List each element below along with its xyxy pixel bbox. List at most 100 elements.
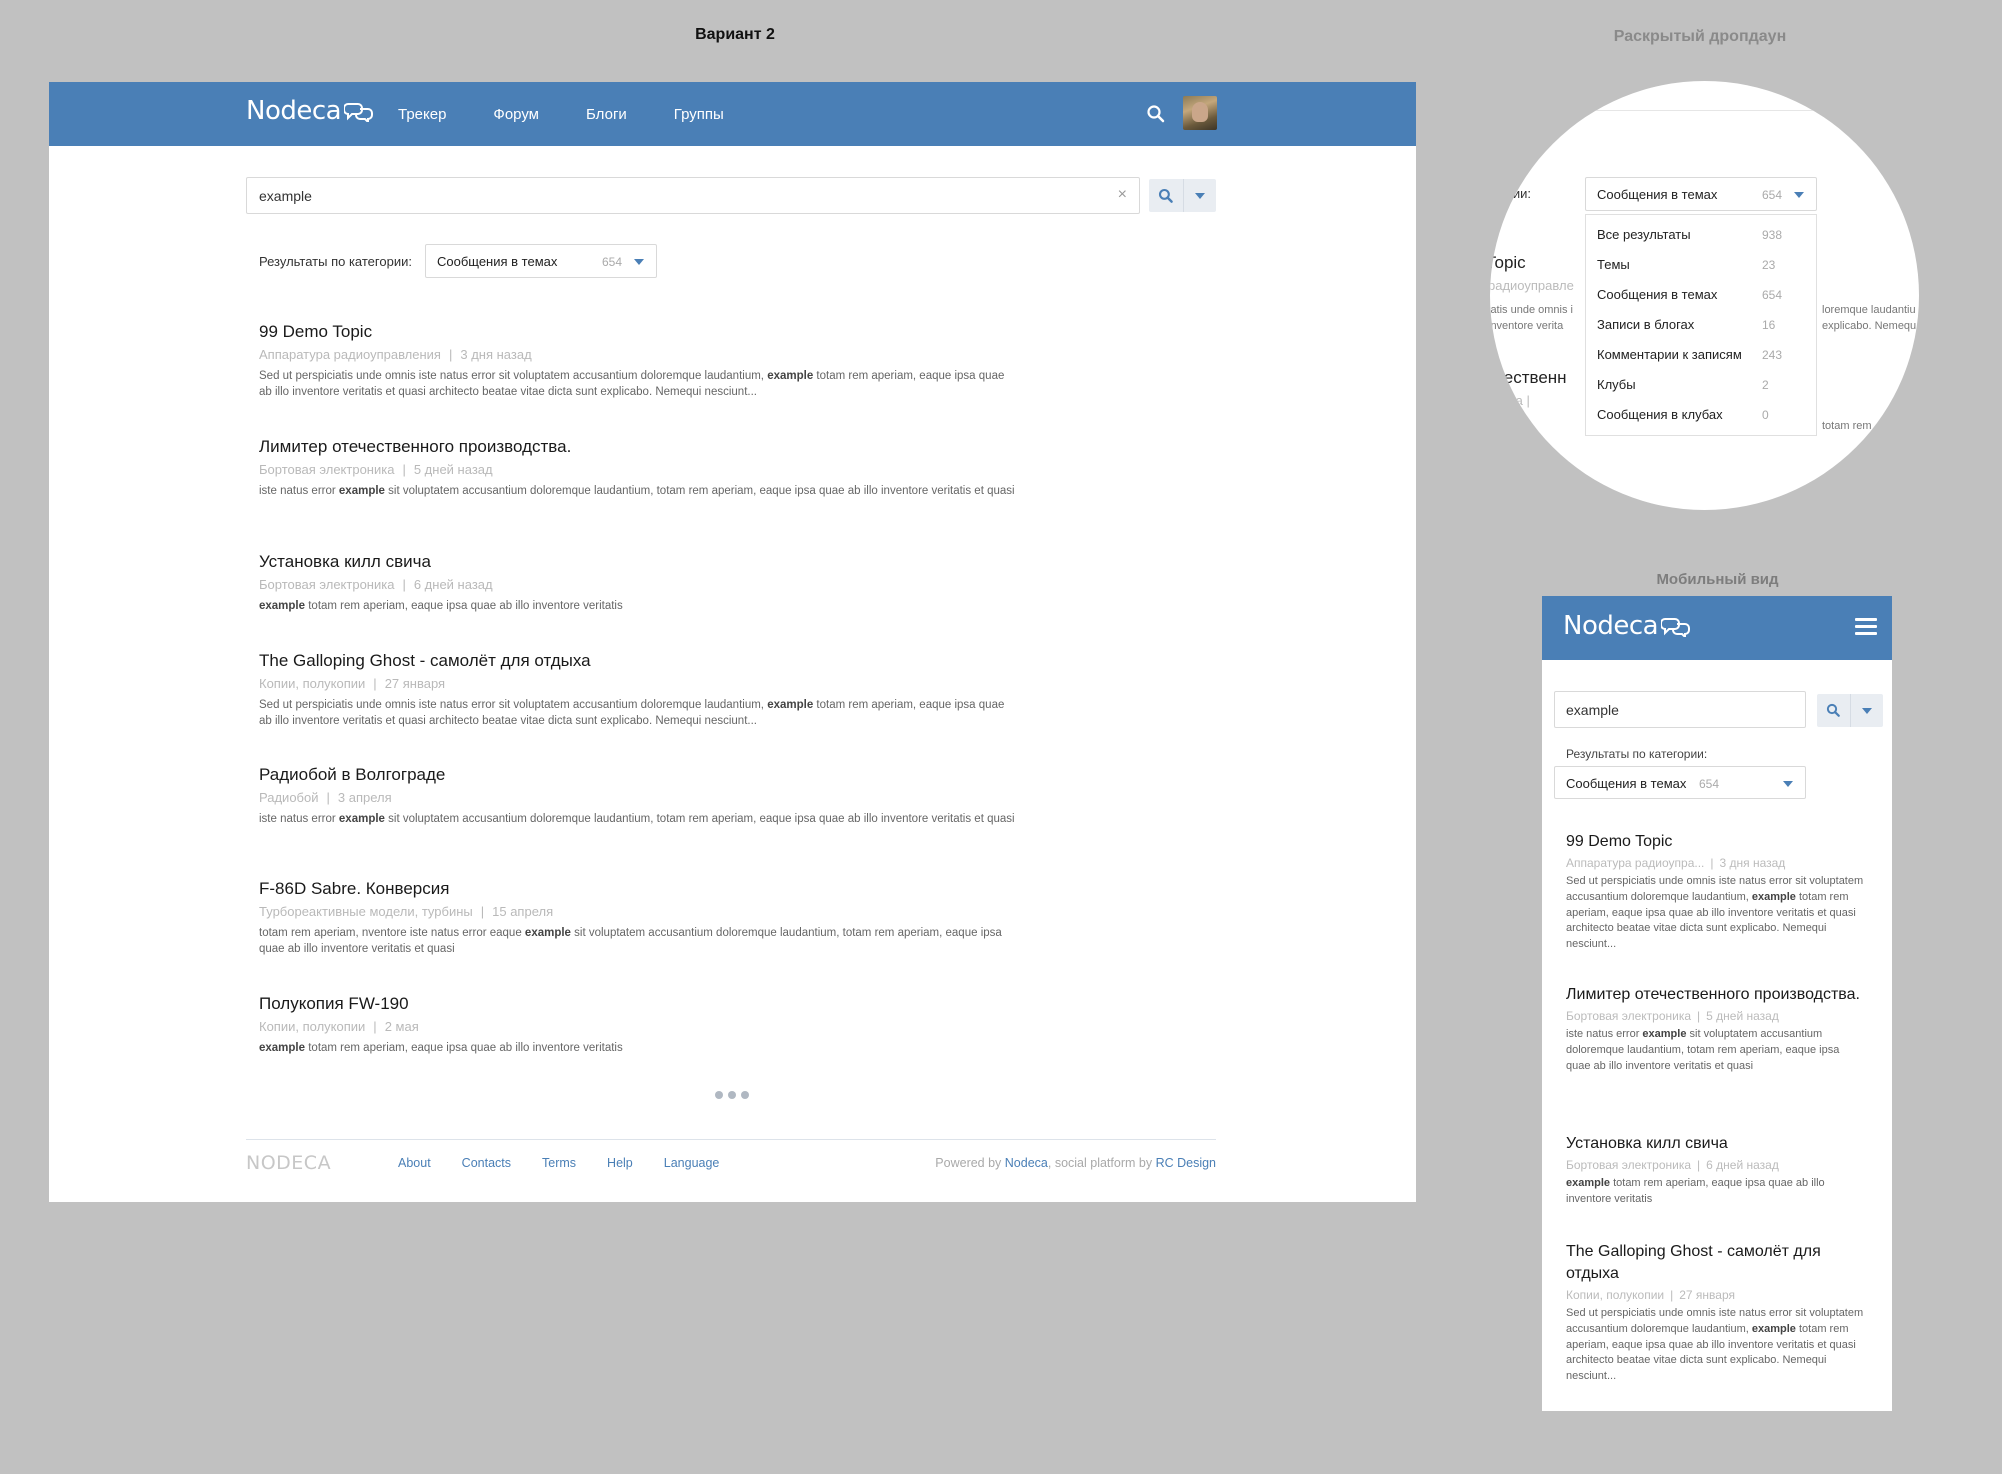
result-section[interactable]: Аппаратура радиоуправления	[259, 347, 441, 362]
dropdown-item-blog-entries[interactable]: Записи в блогах	[1597, 317, 1694, 332]
dropdown-item-count: 2	[1762, 378, 1769, 392]
result-snippet: Sed ut perspiciatis unde omnis iste natu…	[259, 699, 1005, 727]
footer-divider	[246, 1139, 1216, 1140]
search-input[interactable]: example	[1554, 691, 1806, 728]
variant-caption: Вариант 2	[695, 26, 775, 43]
search-button[interactable]	[1149, 179, 1184, 212]
logo[interactable]: Nodeca	[1563, 611, 1691, 641]
result-snippet: example totam rem aperiam, eaque ipsa qu…	[259, 600, 623, 612]
nav-forum[interactable]: Форум	[493, 106, 539, 123]
footer-link-language[interactable]: Language	[664, 1156, 720, 1170]
chevron-down-icon	[1862, 707, 1872, 714]
result-title[interactable]: Лимитер отечественного производства.	[259, 437, 1019, 457]
dropdown-item-topics[interactable]: Темы	[1597, 257, 1630, 272]
category-select-open[interactable]: Сообщения в темах 654	[1585, 177, 1817, 211]
result-section[interactable]: Копии, полукопии	[259, 676, 365, 691]
result-title[interactable]: 99 Demo Topic	[1566, 831, 1866, 853]
nav-groups[interactable]: Группы	[674, 106, 724, 123]
category-label: атегории:	[1490, 186, 1532, 201]
result-snippet: example totam rem aperiam, eaque ipsa qu…	[1566, 1177, 1825, 1205]
footer: NODECA About Contacts Terms Help Languag…	[246, 1152, 1216, 1177]
result-snippet: iste natus error example sit voluptatem …	[259, 813, 1015, 825]
dropdown-item-club-posts[interactable]: Сообщения в клубах	[1597, 407, 1723, 422]
list-item: Радиобой в Волгограде Радиобой | 3 апреля …	[259, 765, 1019, 828]
result-title[interactable]: The Galloping Ghost - самолёт для отдыха	[259, 651, 1019, 671]
list-item: The Galloping Ghost - самолёт для отдыха…	[259, 651, 1019, 729]
hamburger-icon[interactable]	[1855, 618, 1877, 639]
result-date: 15 апреля	[492, 904, 554, 919]
result-snippet: iste natus error example sit voluptatem …	[259, 485, 1015, 497]
footer-logo[interactable]: NODECA	[246, 1152, 331, 1174]
category-dropdown-menu: Все результаты 938 Темы 23 Сообщения в т…	[1585, 214, 1817, 436]
category-selected: Сообщения в темах	[436, 254, 558, 269]
result-section[interactable]: Аппаратура радиоупра...	[1566, 856, 1704, 870]
list-item: Лимитер отечественного производства. Бор…	[259, 437, 1019, 500]
chevron-down-icon	[1794, 192, 1804, 198]
nav-tracker[interactable]: Трекер	[398, 106, 446, 123]
category-select[interactable]: Сообщения в темах 654	[424, 244, 657, 278]
footer-links: About Contacts Terms Help Language	[398, 1156, 750, 1170]
result-section[interactable]: Копии, полукопии	[1566, 1288, 1664, 1302]
rcdesign-link[interactable]: RC Design	[1156, 1156, 1216, 1170]
loading-indicator	[715, 1091, 754, 1099]
category-label: Результаты по категории:	[259, 253, 412, 269]
footer-link-contacts[interactable]: Contacts	[462, 1156, 511, 1170]
chevron-down-icon	[1783, 781, 1793, 787]
search-button-group	[1817, 694, 1883, 727]
result-title[interactable]: Установка килл свича	[1566, 1133, 1866, 1155]
result-title[interactable]: Установка килл свича	[259, 552, 1019, 572]
result-title[interactable]: The Galloping Ghost - самолёт для отдыха	[1566, 1241, 1866, 1285]
logo[interactable]: Nodeca	[246, 96, 374, 126]
close-icon[interactable]: ×	[1118, 186, 1127, 204]
dropdown-item-all[interactable]: Все результаты	[1597, 227, 1691, 242]
result-title[interactable]: F-86D Sabre. Конверсия	[259, 879, 1019, 899]
dropdown-item-count: 243	[1762, 348, 1783, 362]
result-section[interactable]: Бортовая электроника	[259, 577, 394, 592]
result-title[interactable]: Радиобой в Волгограде	[259, 765, 1019, 785]
result-title[interactable]: 99 Demo Topic	[259, 322, 1019, 342]
result-date: 6 дней назад	[1706, 1158, 1779, 1172]
result-date: 5 дней назад	[413, 462, 493, 477]
category-select[interactable]: Сообщения в темах 654	[1554, 766, 1806, 799]
result-section[interactable]: Бортовая электроника	[1566, 1158, 1691, 1172]
search-icon[interactable]	[1146, 104, 1166, 124]
category-selected: Сообщения в темах	[1566, 776, 1687, 791]
result-section[interactable]: Бортовая электроника	[1566, 1009, 1691, 1023]
dropdown-item-topic-posts[interactable]: Сообщения в темах	[1597, 287, 1717, 302]
category-count: 654	[1699, 777, 1720, 791]
result-snippet: Sed ut perspiciatis unde omnis iste natu…	[259, 370, 1005, 398]
result-date: 3 дня назад	[460, 347, 532, 362]
nodeca-link[interactable]: Nodeca	[1005, 1156, 1048, 1170]
search-input[interactable]: example ×	[246, 177, 1140, 214]
main-nav: Трекер Форум Блоги Группы	[398, 82, 771, 146]
dropdown-caption: Раскрытый дропдаун	[1613, 28, 1787, 45]
result-snippet: Sed ut perspiciatis unde omnis iste natu…	[1566, 1307, 1864, 1383]
result-title[interactable]: Лимитер отечественного производства.	[1566, 984, 1866, 1006]
footer-link-terms[interactable]: Terms	[542, 1156, 576, 1170]
logo-text: Nodeca	[246, 96, 342, 126]
dropdown-item-comments[interactable]: Комментарии к записям	[1597, 347, 1742, 362]
result-section[interactable]: Турбореактивные модели, турбины	[259, 904, 473, 919]
footer-link-about[interactable]: About	[398, 1156, 431, 1170]
footer-link-help[interactable]: Help	[607, 1156, 633, 1170]
result-section[interactable]: Бортовая электроника	[259, 462, 394, 477]
search-options-button[interactable]	[1851, 694, 1883, 727]
search-input-value: example	[1566, 702, 1619, 718]
category-row: Результаты по категории: Сообщения в тем…	[259, 244, 657, 278]
top-navbar: Nodeca Трекер Форум Блоги Группы	[49, 82, 1416, 146]
nav-blogs[interactable]: Блоги	[586, 106, 627, 123]
category-label: Результаты по категории:	[1566, 747, 1708, 761]
mobile-caption: Мобильный вид	[1656, 571, 1779, 588]
dropdown-item-clubs[interactable]: Клубы	[1597, 377, 1636, 392]
search-options-button[interactable]	[1184, 179, 1216, 212]
result-title[interactable]: Полукопия FW-190	[259, 994, 1019, 1014]
dropdown-item-count: 23	[1762, 258, 1776, 272]
dropdown-item-count: 938	[1762, 228, 1783, 242]
avatar[interactable]	[1183, 96, 1217, 130]
dropdown-zoom: атегории: Topic радиоуправле iatis unde …	[1490, 81, 1919, 510]
result-section[interactable]: Копии, полукопии	[259, 1019, 365, 1034]
result-snippet: Sed ut perspiciatis unde omnis iste natu…	[1566, 875, 1864, 951]
search-button[interactable]	[1817, 694, 1851, 727]
result-section[interactable]: Радиобой	[259, 790, 318, 805]
dropdown-item-count: 654	[1762, 288, 1783, 302]
